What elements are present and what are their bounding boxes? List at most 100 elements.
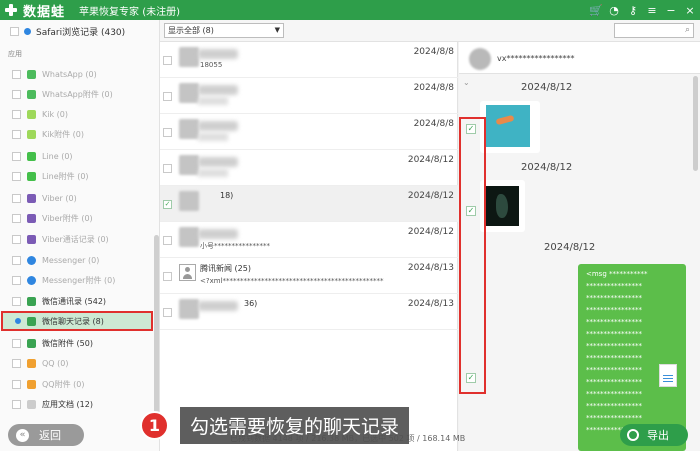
checkbox[interactable] bbox=[12, 69, 21, 79]
sidebar-item-qq-attachments[interactable]: QQ附件 (0) bbox=[0, 374, 155, 394]
chevron-down-icon: ▼ bbox=[274, 26, 280, 34]
sidebar-item-wechat-contacts[interactable]: 微信通讯录 (542) bbox=[0, 291, 155, 311]
kik-icon bbox=[27, 129, 36, 139]
conversation-row[interactable]: 2024/8/8 bbox=[160, 78, 458, 114]
close-icon[interactable]: × bbox=[684, 4, 696, 17]
export-button[interactable]: 导出 bbox=[620, 424, 688, 446]
night-photo[interactable] bbox=[486, 186, 519, 226]
blurred-preview bbox=[198, 133, 228, 141]
checkbox[interactable] bbox=[12, 151, 21, 161]
sidebar-item-wechat-attachments[interactable]: 微信附件 (50) bbox=[0, 333, 155, 353]
checkbox[interactable] bbox=[163, 308, 172, 317]
message-line: <msg *********** bbox=[586, 270, 648, 278]
checkbox[interactable] bbox=[10, 26, 19, 36]
text-message-bubble[interactable]: <msg *********** **************** ******… bbox=[578, 264, 686, 451]
conversation-row[interactable]: 36) 2024/8/13 bbox=[160, 294, 458, 330]
checkbox[interactable] bbox=[12, 379, 21, 389]
sidebar-item-viber-attachments[interactable]: Viber附件 (0) bbox=[0, 208, 155, 228]
conversation-row[interactable]: 小号**************** 2024/8/12 bbox=[160, 222, 458, 258]
back-label: 返回 bbox=[39, 429, 61, 442]
sidebar-item-viber[interactable]: Viber (0) bbox=[0, 188, 155, 208]
menu-icon[interactable]: ≡ bbox=[646, 4, 658, 17]
checkbox[interactable] bbox=[163, 236, 172, 245]
message-date: 2024/8/12 bbox=[521, 82, 573, 93]
sidebar-item-label: 应用文档 (12) bbox=[42, 399, 93, 409]
minimize-icon[interactable]: − bbox=[665, 4, 677, 17]
conversation-list: 18055 2024/8/8 2024/8/8 2024/8/8 2024/8/… bbox=[160, 42, 458, 451]
sidebar-item-viber-calls[interactable]: Viber通话记录 (0) bbox=[0, 229, 155, 249]
checkbox[interactable] bbox=[12, 358, 21, 368]
checkbox[interactable] bbox=[12, 171, 21, 181]
checkbox[interactable] bbox=[163, 128, 172, 137]
avatar bbox=[179, 119, 199, 139]
checkbox[interactable] bbox=[12, 109, 21, 119]
chevron-down-icon[interactable]: ⌄ bbox=[463, 78, 470, 87]
checkbox[interactable] bbox=[12, 234, 21, 244]
category-sidebar: Safari浏览记录 (430) 应用 WhatsApp (0) WhatsAp… bbox=[0, 20, 160, 451]
sidebar-item-label: Viber (0) bbox=[42, 193, 77, 203]
sidebar-item-wechat-chat-history[interactable]: 微信聊天记录 (8) bbox=[1, 311, 153, 331]
sidebar-item-kik[interactable]: Kik (0) bbox=[0, 104, 155, 124]
sidebar-item-line[interactable]: Line (0) bbox=[0, 146, 155, 166]
section-label-apps: 应用 bbox=[8, 50, 22, 58]
conversation-date: 2024/8/8 bbox=[413, 119, 454, 129]
pool-photo[interactable] bbox=[486, 105, 530, 147]
viber-icon bbox=[27, 213, 36, 223]
conversation-date: 2024/8/12 bbox=[407, 227, 454, 237]
sidebar-item-app-documents[interactable]: 应用文档 (12) bbox=[0, 394, 155, 414]
sidebar-item-qq[interactable]: QQ (0) bbox=[0, 353, 155, 373]
checkbox[interactable] bbox=[163, 164, 172, 173]
checkbox-checked[interactable]: ✓ bbox=[163, 200, 172, 209]
message-line: **************** bbox=[586, 318, 642, 326]
checkbox[interactable] bbox=[15, 318, 21, 324]
checkbox[interactable] bbox=[12, 296, 21, 306]
checkbox[interactable] bbox=[12, 129, 21, 139]
checkbox[interactable] bbox=[12, 213, 21, 223]
checkbox[interactable] bbox=[12, 193, 21, 203]
back-button[interactable]: « 返回 bbox=[8, 424, 84, 446]
conversation-date: 2024/8/8 bbox=[413, 47, 454, 57]
sidebar-item-messenger[interactable]: Messenger (0) bbox=[0, 250, 155, 270]
conversation-row[interactable]: 2024/8/8 bbox=[160, 114, 458, 150]
conversation-row[interactable]: 18055 2024/8/8 bbox=[160, 42, 458, 78]
sidebar-item-safari-history[interactable]: Safari浏览记录 (430) bbox=[0, 20, 160, 42]
checkbox[interactable] bbox=[12, 89, 21, 99]
checkbox[interactable] bbox=[12, 338, 21, 348]
avatar bbox=[179, 155, 199, 175]
window-controls: 🛒 ◔ ⚷ ≡ − × bbox=[589, 0, 696, 20]
cart-icon[interactable]: 🛒 bbox=[589, 4, 603, 17]
chat-scrollbar[interactable] bbox=[693, 76, 698, 171]
message-line: **************** bbox=[586, 402, 642, 410]
sidebar-item-whatsapp[interactable]: WhatsApp (0) bbox=[0, 64, 155, 84]
key-icon[interactable]: ⚷ bbox=[627, 4, 639, 17]
checkbox[interactable] bbox=[12, 255, 21, 265]
conversation-preview: 18055 bbox=[200, 61, 223, 69]
sidebar-item-label: Safari浏览记录 (430) bbox=[36, 27, 126, 38]
blurred-name bbox=[198, 229, 238, 239]
search-icon[interactable]: ⌕ bbox=[685, 25, 690, 35]
sidebar-item-label: Viber附件 (0) bbox=[42, 213, 93, 223]
conversation-row[interactable]: 2024/8/12 bbox=[160, 150, 458, 186]
wechat-icon[interactable]: ◔ bbox=[608, 4, 620, 17]
sidebar-item-whatsapp-attachments[interactable]: WhatsApp附件 (0) bbox=[0, 84, 155, 104]
double-chevron-left-icon: « bbox=[16, 428, 29, 442]
sidebar-item-label: Kik (0) bbox=[42, 109, 68, 119]
conversation-row-selected[interactable]: ✓ 18) 2024/8/12 bbox=[160, 186, 458, 222]
sidebar-item-line-attachments[interactable]: Line附件 (0) bbox=[0, 166, 155, 186]
filter-select[interactable]: 显示全部 (8) ▼ bbox=[164, 23, 284, 38]
conversation-row[interactable]: 腾讯新闻 (25) <?xml*************************… bbox=[160, 258, 458, 294]
conversation-date: 2024/8/13 bbox=[407, 263, 454, 273]
checkbox[interactable] bbox=[163, 56, 172, 65]
checkbox[interactable] bbox=[163, 272, 172, 281]
sidebar-item-kik-attachments[interactable]: Kik附件 (0) bbox=[0, 124, 155, 144]
highlight-box bbox=[459, 117, 486, 394]
checkbox[interactable] bbox=[12, 399, 21, 409]
sidebar-item-messenger-attachments[interactable]: Messenger附件 (0) bbox=[0, 270, 155, 290]
search-input[interactable]: ⌕ bbox=[614, 23, 694, 38]
checkbox[interactable] bbox=[12, 275, 21, 285]
conversation-date: 2024/8/13 bbox=[407, 299, 454, 309]
sidebar-scrollbar[interactable] bbox=[154, 235, 159, 420]
checkbox[interactable] bbox=[163, 92, 172, 101]
safari-icon bbox=[24, 27, 31, 35]
blurred-name bbox=[198, 301, 238, 311]
